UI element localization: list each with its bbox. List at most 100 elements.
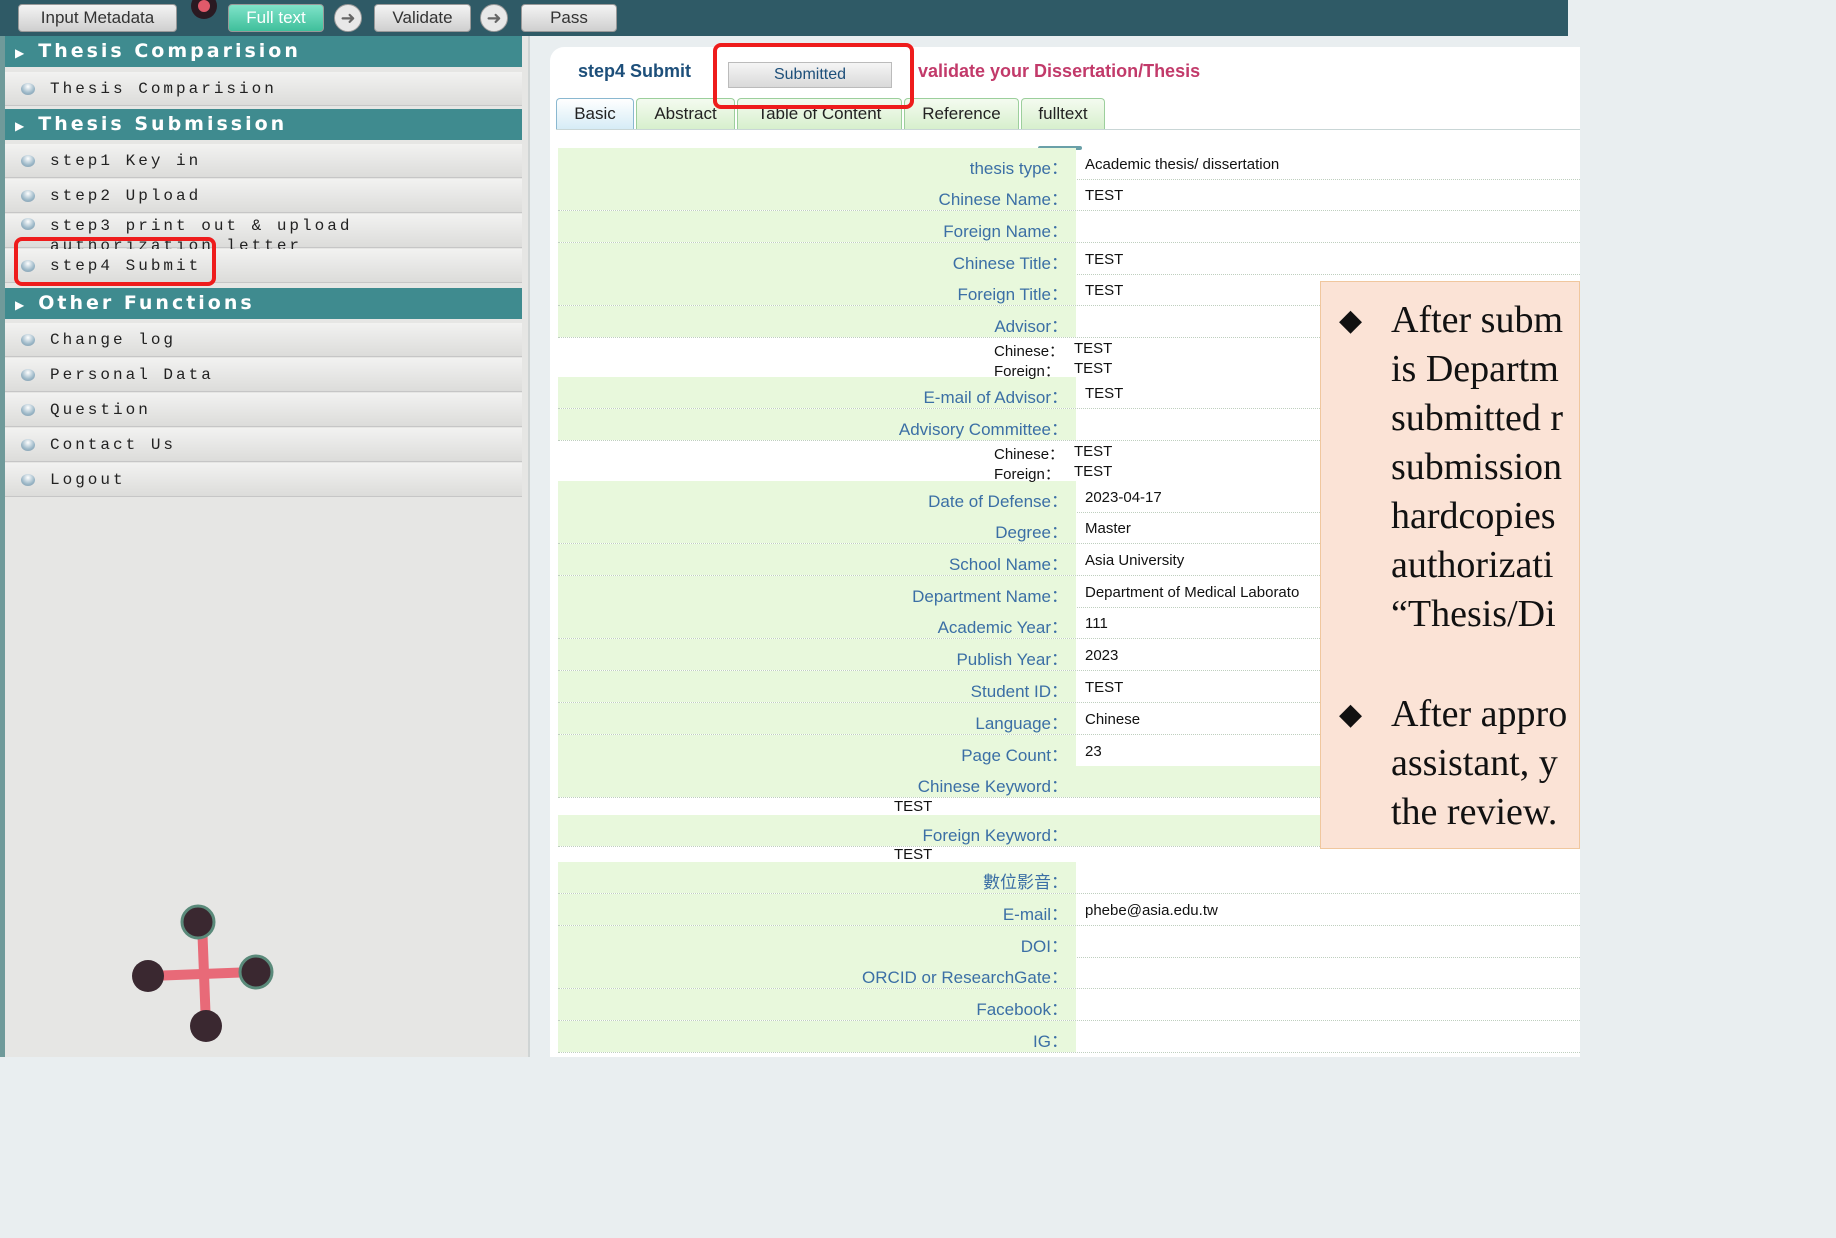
field-label-cell: Chinese Title：	[558, 243, 1076, 274]
field-label-cell: Advisory Committee：	[558, 409, 1076, 440]
note-line: authorizati	[1391, 544, 1554, 586]
note-line: assistant, y	[1391, 742, 1558, 784]
field-label-cell: Foreign Name：	[558, 211, 1076, 242]
section-thesis-comparision[interactable]: ▶ Thesis Comparision	[5, 36, 522, 67]
bullet-icon	[21, 369, 35, 381]
step-input-metadata[interactable]: Input Metadata	[18, 4, 177, 32]
field-label: Department Name：	[912, 587, 1068, 606]
tab-reference[interactable]: Reference	[904, 98, 1019, 129]
tab-fulltext[interactable]: fulltext	[1021, 98, 1105, 129]
bullet-icon	[21, 334, 35, 346]
tab-basic[interactable]: Basic	[556, 98, 634, 129]
sidebar-item-thesis-comparision[interactable]: Thesis Comparision	[5, 72, 522, 106]
field-label-cell: 數位影音：	[558, 862, 1076, 893]
section-title: Thesis Submission	[38, 113, 288, 135]
diamond-bullet-icon: ◆	[1339, 698, 1363, 731]
step-full-text[interactable]: Full text	[228, 4, 324, 32]
field-label-cell: DOI：	[558, 926, 1076, 957]
field-label-cell: Degree：	[558, 512, 1076, 543]
field-label: IG：	[1033, 1032, 1068, 1051]
diamond-bullet-icon: ◆	[1339, 304, 1363, 337]
highlight-step4	[14, 237, 216, 286]
section-other-functions[interactable]: ▶ Other Functions	[5, 288, 522, 319]
sidebar-item-logout[interactable]: Logout	[5, 463, 522, 497]
field-label: Degree：	[995, 523, 1068, 542]
field-label: Page Count：	[961, 746, 1068, 765]
bullet-icon	[21, 155, 35, 167]
bullet-icon	[21, 218, 35, 230]
sub-value: TEST	[1074, 340, 1113, 357]
field-label: E-mail：	[1002, 905, 1068, 924]
field-label-cell: Chinese Name：	[558, 179, 1076, 210]
field-label: Foreign Name：	[943, 222, 1068, 241]
triangle-right-icon: ▶	[15, 119, 25, 133]
field-label: Language：	[975, 714, 1068, 733]
field-label: E-mail of Advisor：	[923, 388, 1068, 407]
sidebar-item-label: Question	[50, 401, 151, 419]
field-label-cell: Language：	[558, 703, 1076, 734]
field-value: Chinese	[1085, 711, 1141, 728]
field-label: ORCID or ResearchGate：	[862, 968, 1068, 987]
keyword-value: TEST	[894, 798, 933, 815]
sub-label: Chinese：	[994, 446, 1065, 463]
step-validate[interactable]: Validate	[374, 4, 471, 32]
field-label-cell: Academic Year：	[558, 607, 1076, 638]
sub-label: Chinese：	[994, 343, 1065, 360]
cursor-icon	[191, 0, 217, 19]
sidebar-item-label: Thesis Comparision	[50, 80, 277, 98]
field-label-cell: Chinese Keyword：	[558, 766, 1076, 797]
field-label: School Name：	[948, 555, 1068, 574]
field-label-cell: Date of Defense：	[558, 481, 1076, 512]
instruction-note: ◆ After subm is Departm submitted r subm…	[1320, 281, 1580, 849]
field-value: TEST	[1085, 251, 1124, 268]
sub-value: TEST	[1074, 463, 1113, 480]
field-value: Master	[1085, 520, 1131, 537]
field-label-cell: thesis type：	[558, 148, 1076, 179]
field-label: Publish Year：	[956, 650, 1068, 669]
field-label-cell: School Name：	[558, 544, 1076, 575]
field-label: thesis type：	[969, 159, 1068, 178]
field-label-cell: Foreign Keyword：	[558, 815, 1076, 846]
field-label: 數位影音：	[983, 873, 1068, 892]
step-pass[interactable]: Pass	[521, 4, 617, 32]
section-thesis-submission[interactable]: ▶ Thesis Submission	[5, 109, 522, 140]
field-label-cell: ORCID or ResearchGate：	[558, 957, 1076, 988]
sidebar-item-label: Personal Data	[50, 366, 214, 384]
sidebar-item-question[interactable]: Question	[5, 393, 522, 427]
note-line: submission	[1391, 446, 1563, 488]
sidebar-item-label: Logout	[50, 471, 126, 489]
field-label-cell: Advisor：	[558, 306, 1076, 337]
field-label-cell: Page Count：	[558, 735, 1076, 766]
field-value: TEST	[1085, 282, 1124, 299]
progress-bar: Input Metadata Full text ➜ Validate ➜ Pa…	[0, 0, 1568, 36]
field-value: TEST	[1085, 187, 1124, 204]
note-line: is Departm	[1391, 348, 1559, 390]
note-line: the review.	[1391, 791, 1558, 833]
field-label: Student ID：	[970, 682, 1068, 701]
field-label: Advisor：	[994, 317, 1068, 336]
field-value: Academic thesis/ dissertation	[1085, 156, 1280, 173]
triangle-right-icon: ▶	[15, 46, 25, 60]
sidebar-item-step1[interactable]: step1 Key in	[5, 144, 522, 178]
arrow-right-icon: ➜	[334, 4, 362, 32]
section-title: Other Functions	[38, 292, 255, 314]
keyword-value: TEST	[894, 846, 933, 863]
note-line: After appro	[1391, 693, 1568, 735]
sub-label: Foreign：	[994, 363, 1060, 380]
sidebar-item-label: step2 Upload	[50, 187, 202, 205]
sub-value: TEST	[1074, 360, 1113, 377]
sidebar-item-personal-data[interactable]: Personal Data	[5, 358, 522, 392]
sidebar-item-contact-us[interactable]: Contact Us	[5, 428, 522, 462]
field-label-cell: Student ID：	[558, 671, 1076, 702]
arrow-right-icon: ➜	[480, 4, 508, 32]
field-label: Chinese Name：	[938, 190, 1068, 209]
field-value: 2023	[1085, 647, 1119, 664]
field-value: TEST	[1085, 385, 1124, 402]
field-value: Department of Medical Laborato	[1085, 584, 1300, 601]
sidebar-item-change-log[interactable]: Change log	[5, 323, 522, 357]
sidebar-item-step2[interactable]: step2 Upload	[5, 179, 522, 213]
field-value: 111	[1085, 615, 1108, 632]
field-label-cell: Facebook：	[558, 989, 1076, 1020]
field-label: Date of Defense：	[928, 492, 1068, 511]
field-value: Asia University	[1085, 552, 1185, 569]
